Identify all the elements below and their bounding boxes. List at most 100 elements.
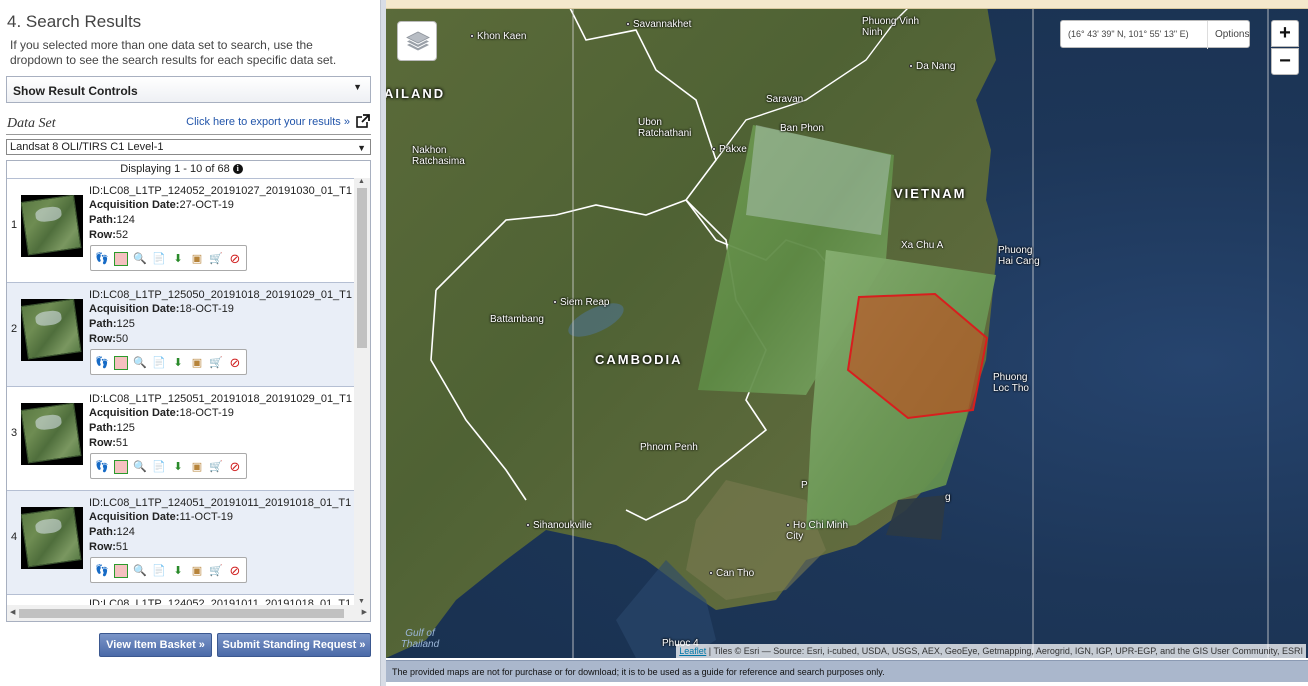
row: Row:51: [89, 437, 129, 449]
bulk-download-icon[interactable]: ▣: [190, 460, 204, 474]
metadata-icon[interactable]: 🔍: [133, 460, 147, 474]
compare-icon[interactable]: 📄: [152, 252, 166, 266]
layers-button[interactable]: [397, 21, 437, 61]
external-link-icon[interactable]: [356, 114, 370, 128]
download-icon[interactable]: ⬇: [171, 356, 185, 370]
dataset-label: Data Set: [7, 116, 56, 131]
result-toolbar: 👣 🔍 📄 ⬇ ▣ 🛒 ⊘: [90, 245, 247, 271]
view-item-basket-button[interactable]: View Item Basket »: [99, 633, 212, 657]
result-id: ID:LC08_L1TP_124052_20191027_20191030_01…: [89, 185, 353, 197]
leaflet-link[interactable]: Leaflet: [679, 646, 706, 656]
map-top-strip: [386, 0, 1308, 9]
map-label: Phnom Penh: [640, 442, 698, 453]
export-results-link[interactable]: Click here to export your results »: [186, 116, 350, 128]
map-attribution: Leaflet | Tiles © Esri — Source: Esri, i…: [676, 644, 1306, 658]
exclude-icon[interactable]: ⊘: [228, 564, 242, 578]
coordinate-display: (16° 43' 39" N, 101° 55' 13" E) Options: [1060, 20, 1250, 49]
order-icon[interactable]: 🛒: [209, 356, 223, 370]
result-row: 4 ID:LC08_L1TP_124051_20191011_20191018_…: [7, 490, 354, 594]
dataset-select[interactable]: Landsat 8 OLI/TIRS C1 Level-1 ▼: [6, 139, 371, 155]
order-icon[interactable]: 🛒: [209, 460, 223, 474]
panel-title: 4. Search Results: [7, 12, 142, 31]
bulk-download-icon[interactable]: ▣: [190, 564, 204, 578]
map-label: Savannakhet: [626, 19, 691, 30]
map-label: Khon Kaen: [470, 31, 527, 42]
dataset-divider: [6, 134, 371, 135]
map-label: Saravan: [766, 94, 804, 105]
result-id: ID:LC08_L1TP_124051_20191011_20191018_01…: [89, 497, 352, 509]
zoom-in-button[interactable]: +: [1271, 20, 1299, 47]
result-number: 3: [11, 427, 18, 439]
map-disclaimer: The provided maps are not for purchase o…: [386, 660, 1308, 682]
result-toolbar: 👣 🔍 📄 ⬇ ▣ 🛒 ⊘: [90, 453, 247, 479]
browse-thumbnail[interactable]: [21, 507, 83, 569]
dataset-select-value: Landsat 8 OLI/TIRS C1 Level-1: [10, 141, 164, 153]
result-toolbar: 👣 🔍 📄 ⬇ ▣ 🛒 ⊘: [90, 557, 247, 583]
download-icon[interactable]: ⬇: [171, 564, 185, 578]
attribution-text: | Tiles © Esri — Source: Esri, i-cubed, …: [706, 646, 1303, 656]
result-toolbar: 👣 🔍 📄 ⬇ ▣ 🛒 ⊘: [90, 349, 247, 375]
bulk-download-icon[interactable]: ▣: [190, 252, 204, 266]
browse-thumbnail[interactable]: [21, 403, 83, 465]
compare-icon[interactable]: 📄: [152, 356, 166, 370]
metadata-icon[interactable]: 🔍: [133, 252, 147, 266]
overlay-icon[interactable]: [114, 252, 128, 266]
scroll-up-icon[interactable]: ▲: [358, 178, 365, 185]
overlay-icon[interactable]: [114, 356, 128, 370]
map-label: Ho Chi Minh City: [786, 520, 849, 542]
download-icon[interactable]: ⬇: [171, 252, 185, 266]
coordinate-readout: (16° 43' 39" N, 101° 55' 13" E): [1068, 29, 1189, 39]
zoom-out-button[interactable]: −: [1271, 48, 1299, 75]
scroll-left-icon[interactable]: ◀: [10, 608, 15, 616]
path: Path:124: [89, 214, 135, 226]
metadata-icon[interactable]: 🔍: [133, 356, 147, 370]
scroll-right-icon[interactable]: ▶: [362, 608, 367, 616]
order-icon[interactable]: 🛒: [209, 252, 223, 266]
country-label: VIETNAM: [894, 186, 967, 201]
caret-down-icon: ▼: [353, 82, 362, 92]
submit-standing-request-button[interactable]: Submit Standing Request »: [217, 633, 371, 657]
footprint-icon[interactable]: 👣: [95, 564, 109, 578]
result-number: 1: [11, 219, 18, 231]
footprint-icon[interactable]: 👣: [95, 460, 109, 474]
map-options-button[interactable]: Options: [1215, 29, 1249, 40]
info-icon[interactable]: i: [232, 164, 243, 174]
scrollbar-thumb[interactable]: [357, 188, 367, 348]
show-result-controls-toggle[interactable]: Show Result Controls ▼: [6, 76, 371, 103]
exclude-icon[interactable]: ⊘: [228, 460, 242, 474]
horizontal-scrollbar[interactable]: ◀ ▶: [7, 605, 370, 621]
result-id: ID:LC08_L1TP_125051_20191018_20191029_01…: [89, 393, 353, 405]
results-list: Displaying 1 - 10 of 68 i 1 ID:LC08_L1TP_…: [6, 160, 371, 622]
browse-thumbnail[interactable]: [21, 195, 83, 257]
footprint-icon[interactable]: 👣: [95, 356, 109, 370]
download-icon[interactable]: ⬇: [171, 460, 185, 474]
map-label: Siem Reap: [553, 297, 609, 308]
satellite-basemap: [386, 0, 1269, 658]
map-label: Da Nang: [909, 61, 955, 72]
map-label: Battambang: [490, 314, 544, 325]
acquisition-date: Acquisition Date:18-OCT-19: [89, 303, 234, 315]
metadata-icon[interactable]: 🔍: [133, 564, 147, 578]
scrollbar-thumb[interactable]: [19, 609, 344, 618]
compare-icon[interactable]: 📄: [152, 564, 166, 578]
scroll-down-icon[interactable]: ▼: [358, 598, 365, 605]
vertical-scrollbar[interactable]: ▲ ▼: [354, 178, 370, 605]
map-label: Ban Phon: [780, 123, 824, 134]
order-icon[interactable]: 🛒: [209, 564, 223, 578]
result-controls-label: Show Result Controls: [13, 84, 138, 98]
overlay-icon[interactable]: [114, 564, 128, 578]
exclude-icon[interactable]: ⊘: [228, 252, 242, 266]
acquisition-date: Acquisition Date:18-OCT-19: [89, 407, 234, 419]
browse-thumbnail[interactable]: [21, 299, 83, 361]
compare-icon[interactable]: 📄: [152, 460, 166, 474]
results-count: Displaying 1 - 10 of 68 i: [7, 161, 356, 178]
map-view[interactable]: Savannakhet Khon Kaen Phuong Vinh Ninh D…: [386, 0, 1308, 658]
map-label: Ubon Ratchathani: [638, 117, 692, 139]
overlay-icon[interactable]: [114, 460, 128, 474]
exclude-icon[interactable]: ⊘: [228, 356, 242, 370]
result-row: 2 ID:LC08_L1TP_125050_20191018_20191029_…: [7, 282, 354, 386]
footprint-icon[interactable]: 👣: [95, 252, 109, 266]
path: Path:125: [89, 318, 135, 330]
bulk-download-icon[interactable]: ▣: [190, 356, 204, 370]
country-label: AILAND: [386, 86, 446, 101]
